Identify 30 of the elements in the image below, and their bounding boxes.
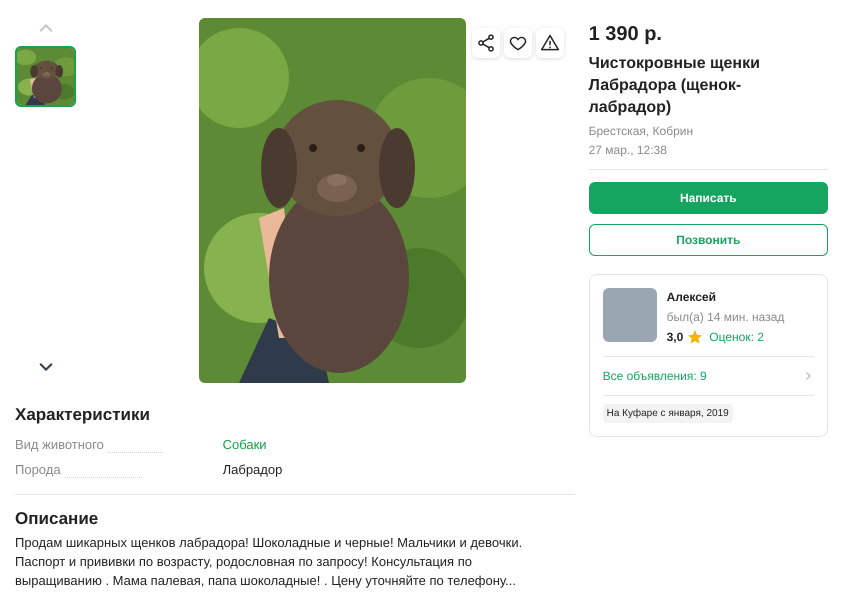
all-ads-link[interactable]: Все объявления: 9 xyxy=(602,357,814,395)
favorite-button[interactable] xyxy=(504,28,532,58)
listing-title: Чистокровные щенки Лабрадора (щенок-лабрадор) xyxy=(588,54,761,118)
section-title: Описание xyxy=(15,508,100,528)
warning-icon xyxy=(540,33,560,53)
share-button[interactable] xyxy=(472,28,500,58)
report-button[interactable] xyxy=(536,28,564,58)
rating-value: 3,0 xyxy=(666,329,684,346)
date-text: 27 мар., 12:38 xyxy=(588,142,668,159)
write-message-button[interactable]: Написать xyxy=(588,182,828,214)
last-seen-text: был(а) 14 мин. назад xyxy=(666,309,784,326)
share-icon xyxy=(476,33,496,53)
seller-name: Алексей xyxy=(666,289,717,306)
characteristic-value: Лабрадор xyxy=(222,461,284,479)
price: 1 390 р. xyxy=(588,22,663,47)
characteristic-link[interactable]: Собаки xyxy=(222,435,575,454)
puppy-thumbnail-drawing xyxy=(17,48,74,105)
member-since-badge: На Куфаре с января, 2019 xyxy=(602,404,733,423)
chevron-down-icon xyxy=(38,362,52,372)
characteristic-label: Порода xyxy=(15,461,61,479)
call-button[interactable]: Позвонить xyxy=(588,224,828,256)
reviews-link[interactable]: Оценок: 2 xyxy=(709,328,764,346)
description-text: Продам шикарных щенков лабрадора! Шоколадные и черные! Мальчики и девочки. Паспорт и прививки по возрасту, родословная по запросу! Консультация по выращиванию . Мама палевая, папа шоколадные! . Цену уточняйте по телефону... xyxy=(15,534,524,590)
photo-thumbnail[interactable] xyxy=(15,46,76,107)
location-text: Брестская, Кобрин xyxy=(588,123,694,140)
characteristic-label: Вид животного xyxy=(15,436,104,454)
section-title: Характеристики xyxy=(15,404,151,426)
chevron-up-icon xyxy=(38,23,52,33)
star-icon xyxy=(688,330,702,344)
seller-avatar xyxy=(602,288,657,342)
